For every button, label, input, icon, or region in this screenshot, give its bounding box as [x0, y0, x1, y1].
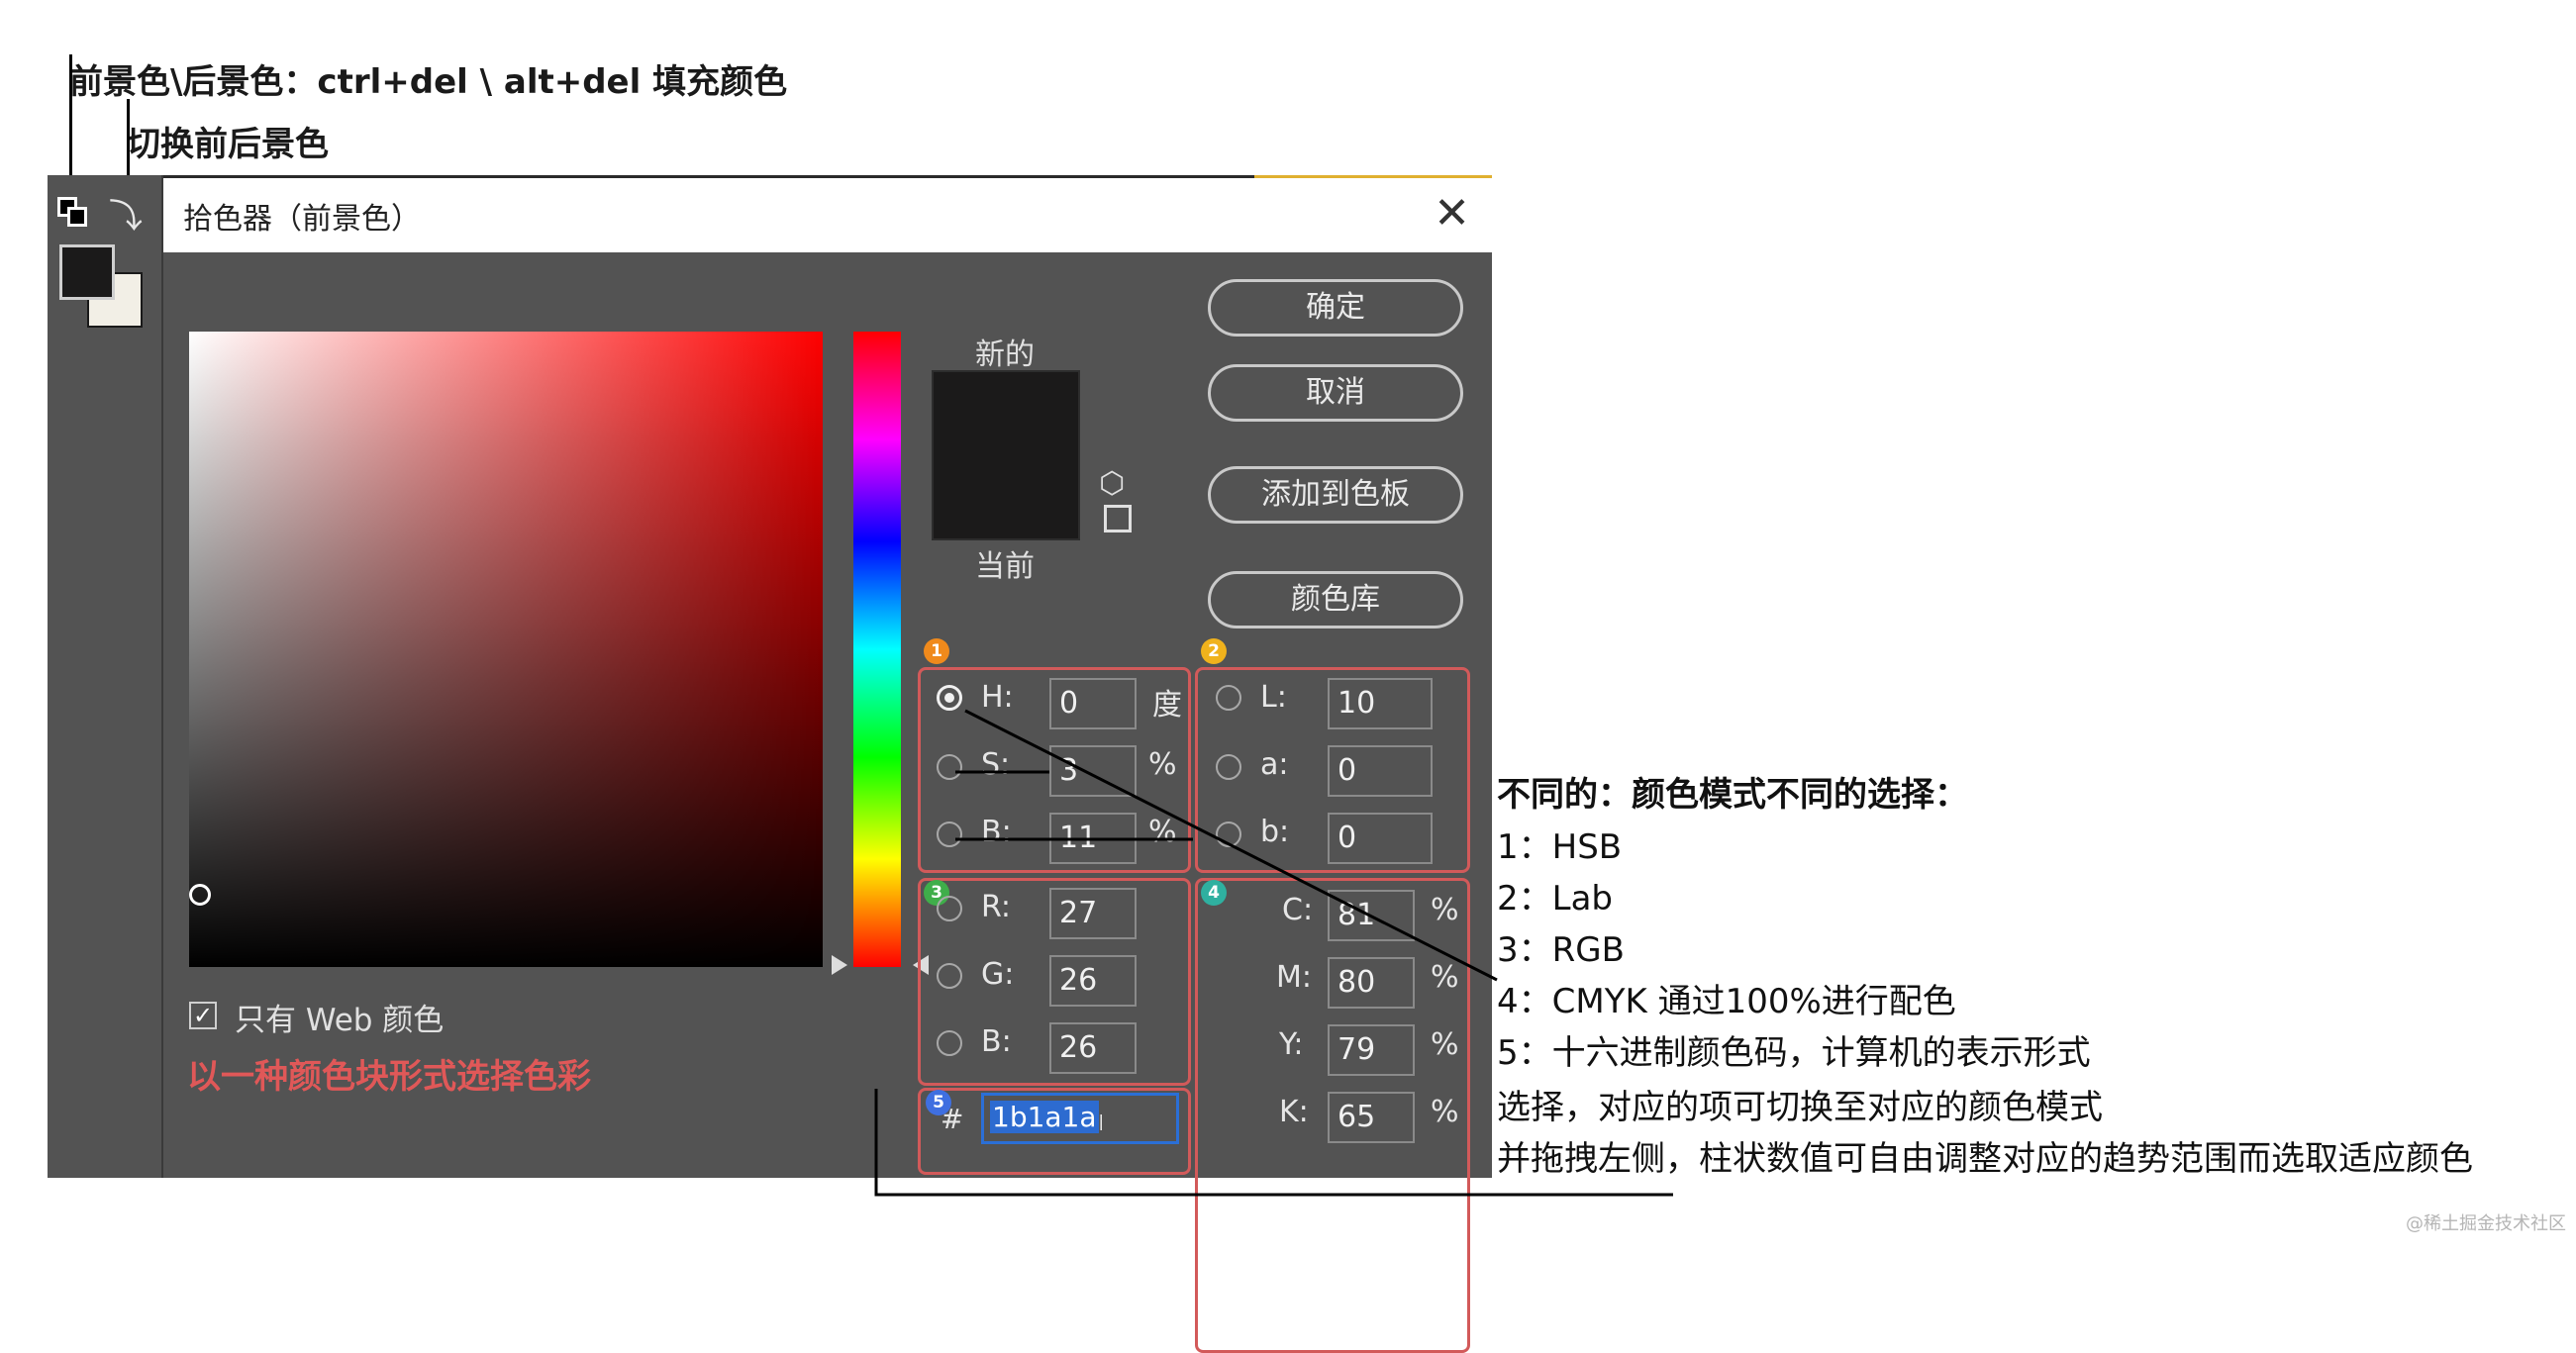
select-note: 选择，对应的项可切换至对应的颜色模式: [1497, 1088, 2103, 1127]
mode-hex: 5：十六进制颜色码，计算机的表示形式: [1497, 1033, 2091, 1073]
annotation-leader-lines: [874, 709, 1673, 1197]
mode-hsb: 1：HSB: [1497, 827, 1623, 867]
modes-title: 不同的：颜色模式不同的选择：: [1497, 775, 1968, 815]
watermark: @稀土掘金技术社区: [2406, 1213, 2566, 1234]
mode-cmyk: 4：CMYK 通过100%进行配色: [1497, 982, 1956, 1021]
mode-rgb: 3：RGB: [1497, 930, 1625, 970]
drag-note: 并拖拽左侧，柱状数值可自由调整对应的趋势范围而选取适应颜色: [1497, 1139, 2473, 1179]
mode-lab: 2：Lab: [1497, 879, 1613, 918]
